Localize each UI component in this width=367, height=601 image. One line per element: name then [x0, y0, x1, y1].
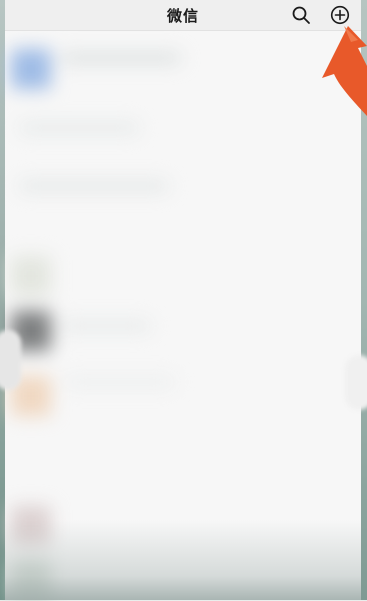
plus-circle-icon — [330, 5, 350, 25]
blurred-chat-list — [5, 31, 361, 601]
blurred-avatar — [11, 49, 51, 89]
nav-bar: 微信 — [5, 0, 361, 31]
blurred-text — [65, 377, 175, 387]
blurred-text — [19, 181, 169, 191]
blurred-text — [61, 53, 181, 63]
phone-screen: 微信 — [0, 0, 367, 601]
pointer-arrow-icon — [322, 26, 367, 116]
blurred-text — [19, 123, 139, 133]
blurred-text — [61, 321, 151, 331]
search-icon — [292, 6, 310, 24]
blurred-avatar — [11, 256, 51, 296]
add-button[interactable] — [327, 2, 353, 28]
side-handle-right — [345, 355, 367, 410]
side-handle-left — [0, 330, 21, 390]
search-button[interactable] — [288, 2, 314, 28]
bottom-shadow — [5, 520, 361, 600]
